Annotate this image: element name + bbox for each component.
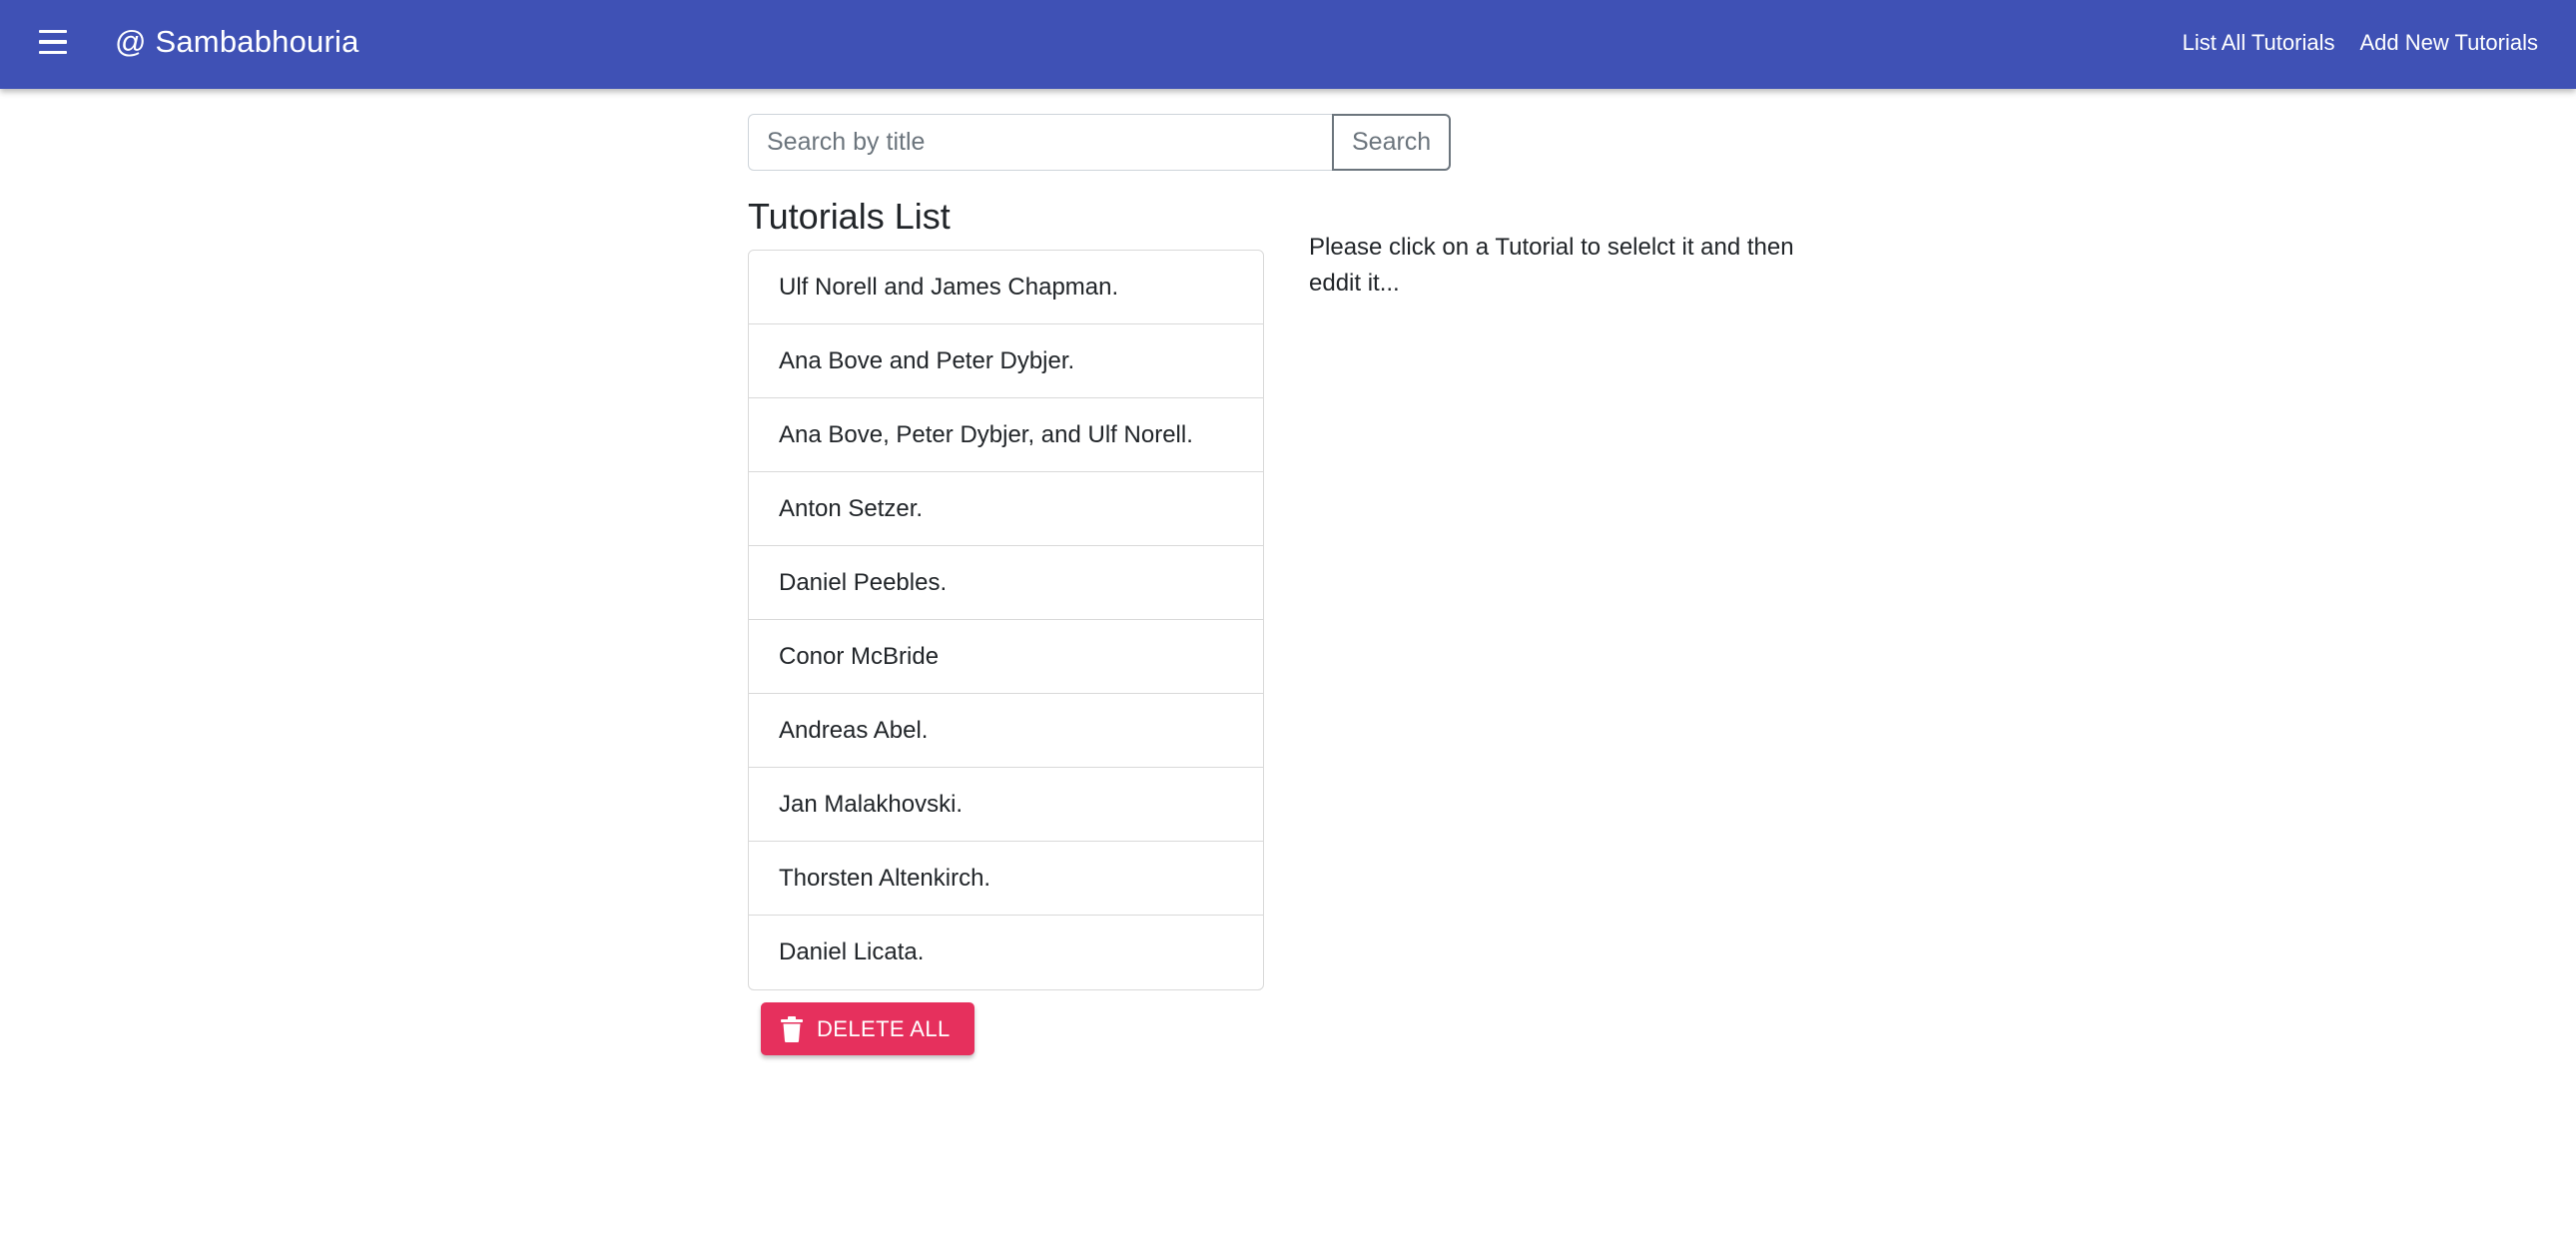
app-bar: @ Sambabhouria List All Tutorials Add Ne… bbox=[0, 0, 2576, 89]
top-nav: List All Tutorials Add New Tutorials bbox=[2183, 28, 2538, 58]
tutorial-list-item[interactable]: Jan Malakhovski. bbox=[749, 768, 1263, 842]
trash-icon bbox=[781, 1015, 803, 1042]
delete-all-label: DELETE ALL bbox=[817, 1015, 951, 1041]
tutorial-list-item[interactable]: Ana Bove, Peter Dybjer, and Ulf Norell. bbox=[749, 398, 1263, 472]
tutorial-list-item[interactable]: Anton Setzer. bbox=[749, 472, 1263, 546]
tutorials-list: Ulf Norell and James Chapman. Ana Bove a… bbox=[748, 250, 1264, 990]
tutorial-list-item[interactable]: Thorsten Altenkirch. bbox=[749, 842, 1263, 916]
tutorial-list-item[interactable]: Andreas Abel. bbox=[749, 694, 1263, 768]
search-bar: Search bbox=[748, 114, 1452, 171]
tutorial-list-item[interactable]: Ulf Norell and James Chapman. bbox=[749, 251, 1263, 324]
select-tutorial-hint: Please click on a Tutorial to selelct it… bbox=[1309, 234, 1794, 297]
delete-all-button[interactable]: DELETE ALL bbox=[761, 1002, 974, 1055]
tutorial-list-item[interactable]: Daniel Peebles. bbox=[749, 546, 1263, 620]
search-input[interactable] bbox=[748, 114, 1332, 171]
hamburger-menu-icon[interactable] bbox=[26, 18, 80, 66]
tutorial-list-item[interactable]: Daniel Licata. bbox=[749, 916, 1263, 989]
search-button[interactable]: Search bbox=[1332, 114, 1452, 171]
brand-title: @ Sambabhouria bbox=[115, 24, 359, 59]
tutorial-list-item[interactable]: Ana Bove and Peter Dybjer. bbox=[749, 324, 1263, 398]
tutorial-list-item[interactable]: Conor McBride bbox=[749, 620, 1263, 694]
nav-add-new-tutorials[interactable]: Add New Tutorials bbox=[2359, 28, 2538, 58]
tutorials-list-title: Tutorials List bbox=[748, 196, 951, 237]
nav-list-all-tutorials[interactable]: List All Tutorials bbox=[2183, 28, 2335, 58]
